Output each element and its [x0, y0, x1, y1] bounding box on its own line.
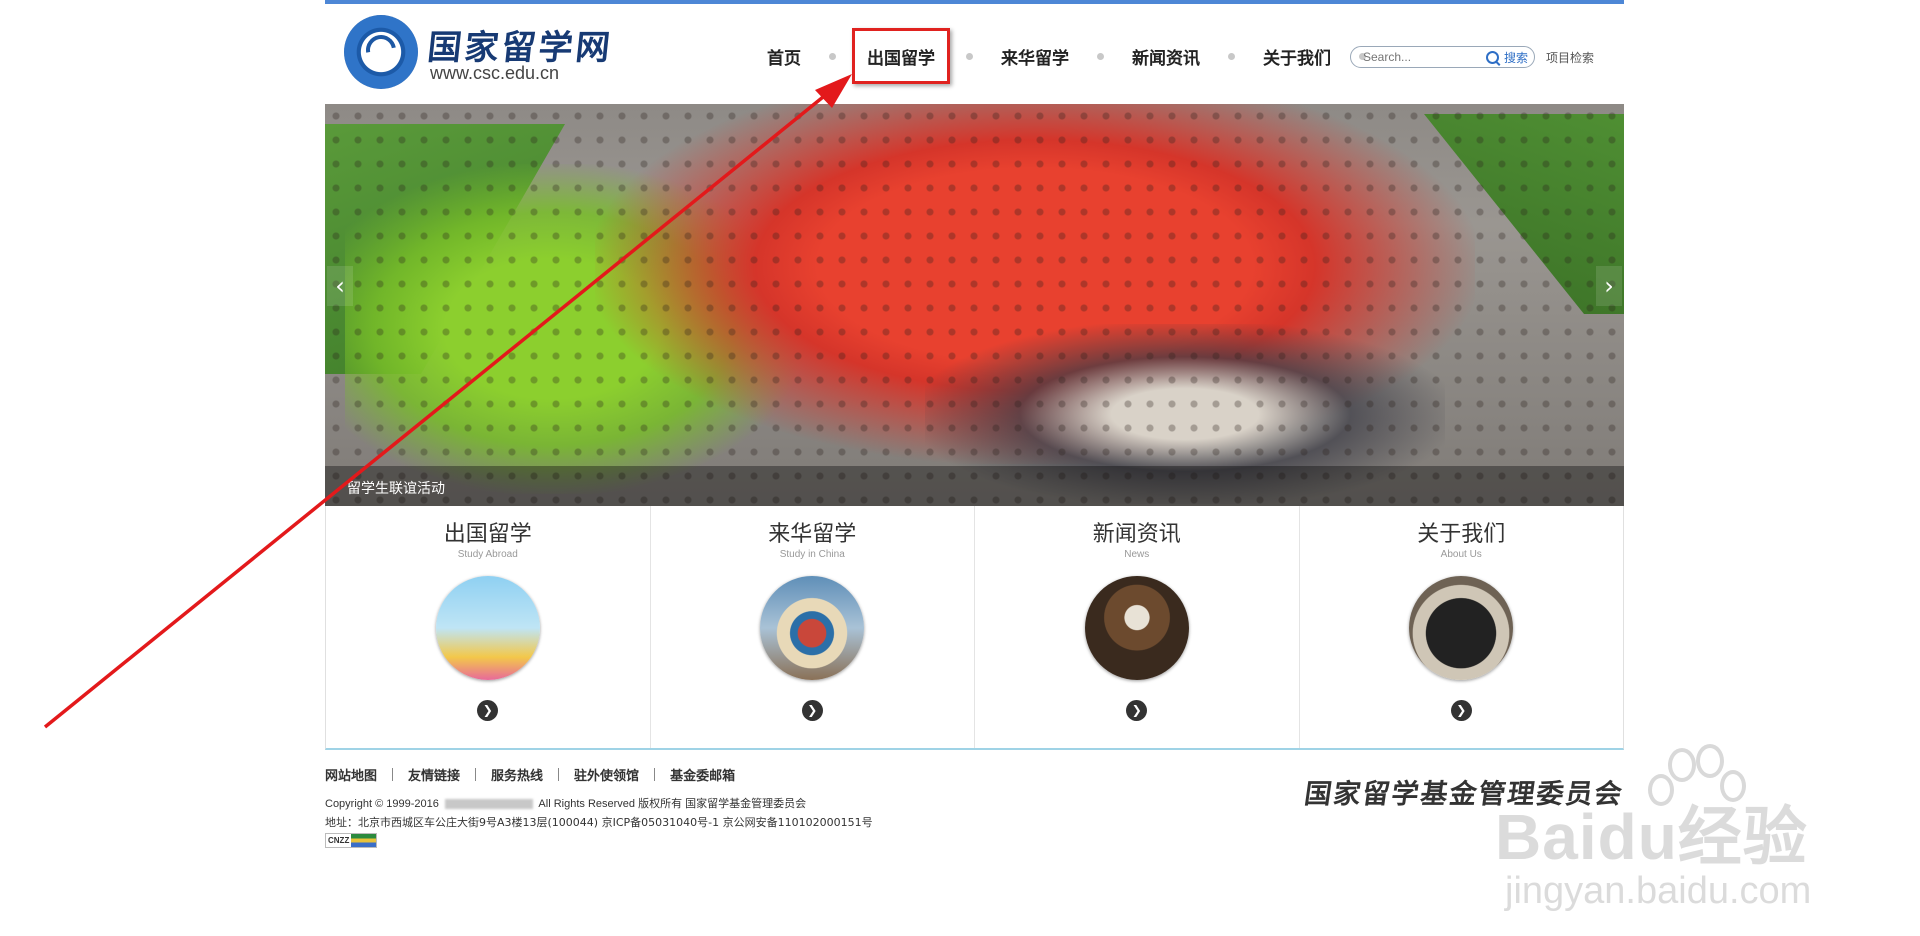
nav-study-abroad[interactable]: 出国留学	[852, 28, 950, 84]
copyright-suffix: All Rights Reserved 版权所有 国家留学基金管理委员会	[538, 798, 807, 810]
cnzz-label: CNZZ	[326, 834, 352, 847]
feature-thumbnail[interactable]	[760, 576, 865, 680]
feature-title: 来华留学	[768, 522, 857, 547]
cnzz-badge[interactable]: CNZZ	[325, 833, 377, 848]
blurred-domain	[444, 799, 533, 810]
feature-study-abroad[interactable]: 出国留学 Study Abroad ❯	[326, 506, 651, 748]
logo-title: 国家留学网	[425, 28, 615, 68]
banner-slider[interactable]: ‹ › 留学生联谊活动	[325, 104, 1624, 506]
chevron-right-icon[interactable]: ❯	[1450, 700, 1472, 721]
feature-thumbnail[interactable]	[1084, 576, 1189, 680]
feature-title: 关于我们	[1417, 522, 1506, 547]
copyright-prefix: Copyright © 1999-2016	[325, 798, 439, 810]
footer-separator	[654, 768, 656, 781]
feature-subtitle: Study Abroad	[457, 549, 518, 560]
feature-thumbnail[interactable]	[1409, 576, 1514, 680]
search-icon[interactable]	[1486, 50, 1499, 64]
feature-title: 出国留学	[443, 522, 532, 547]
banner-caption-bar: 留学生联谊活动	[325, 466, 1624, 506]
feature-subtitle: Study in China	[779, 549, 845, 560]
watermark-brand: Baidu经验	[1495, 801, 1808, 873]
feature-about-us[interactable]: 关于我们 About Us ❯	[1300, 506, 1624, 748]
watermark-url: jingyan.baidu.com	[1505, 870, 1812, 912]
nav-separator-dot	[1228, 52, 1235, 60]
footer-link-sitemap[interactable]: 网站地图	[325, 765, 377, 784]
feature-title: 新闻资讯	[1092, 522, 1181, 547]
feature-thumbnail[interactable]	[435, 576, 540, 680]
feature-news[interactable]: 新闻资讯 News ❯	[975, 506, 1300, 748]
baidu-watermark: Baidu经验 jingyan.baidu.com	[1495, 740, 1915, 920]
nav-study-in-china[interactable]: 来华留学	[989, 28, 1081, 84]
search-button[interactable]: 搜索	[1504, 49, 1528, 66]
chevron-right-icon[interactable]: ❯	[1126, 700, 1148, 721]
nav-separator-dot	[1097, 52, 1104, 60]
address-text: 地址：北京市西城区车公庄大街9号A3楼13层(100044) 京ICP备0503…	[325, 816, 873, 829]
footer-separator	[475, 768, 477, 781]
slider-prev-button[interactable]: ‹	[327, 266, 353, 306]
chevron-right-icon[interactable]: ❯	[477, 700, 499, 721]
site-header: 国家留学网 www.csc.edu.cn 首页 出国留学 来华留学 新闻资讯 关…	[325, 0, 1624, 104]
main-nav: 首页 出国留学 来华留学 新闻资讯 关于我们	[755, 28, 1382, 84]
nav-news[interactable]: 新闻资讯	[1120, 28, 1212, 84]
project-search-link[interactable]: 项目检索	[1546, 49, 1594, 66]
nav-separator-dot	[829, 52, 836, 60]
footer-separator	[392, 768, 394, 781]
chevron-right-icon[interactable]: ❯	[801, 700, 823, 721]
site-container: 国家留学网 www.csc.edu.cn 首页 出国留学 来华留学 新闻资讯 关…	[325, 0, 1626, 900]
logo-emblem-icon	[344, 15, 418, 89]
banner-caption: 留学生联谊活动	[347, 481, 445, 497]
banner-photo-texture	[325, 104, 1624, 506]
feature-subtitle: About Us	[1440, 549, 1482, 560]
footer-link-friends[interactable]: 友情链接	[408, 765, 460, 784]
footer-link-embassies[interactable]: 驻外使领馆	[574, 765, 639, 784]
slider-next-button[interactable]: ›	[1596, 266, 1622, 306]
nav-separator-dot	[966, 52, 973, 60]
feature-subtitle: News	[1124, 549, 1150, 560]
footer-separator	[558, 768, 560, 781]
footer-link-mailbox[interactable]: 基金委邮箱	[670, 765, 735, 784]
nav-home[interactable]: 首页	[755, 28, 813, 84]
search-input[interactable]	[1361, 49, 1480, 65]
feature-study-in-china[interactable]: 来华留学 Study in China ❯	[651, 506, 975, 748]
logo-url: www.csc.edu.cn	[430, 63, 560, 83]
feature-columns: 出国留学 Study Abroad ❯ 来华留学 Study in China …	[325, 506, 1624, 750]
nav-about-us[interactable]: 关于我们	[1251, 28, 1343, 84]
footer-link-hotline[interactable]: 服务热线	[491, 765, 543, 784]
search-box: 搜索	[1350, 46, 1535, 68]
